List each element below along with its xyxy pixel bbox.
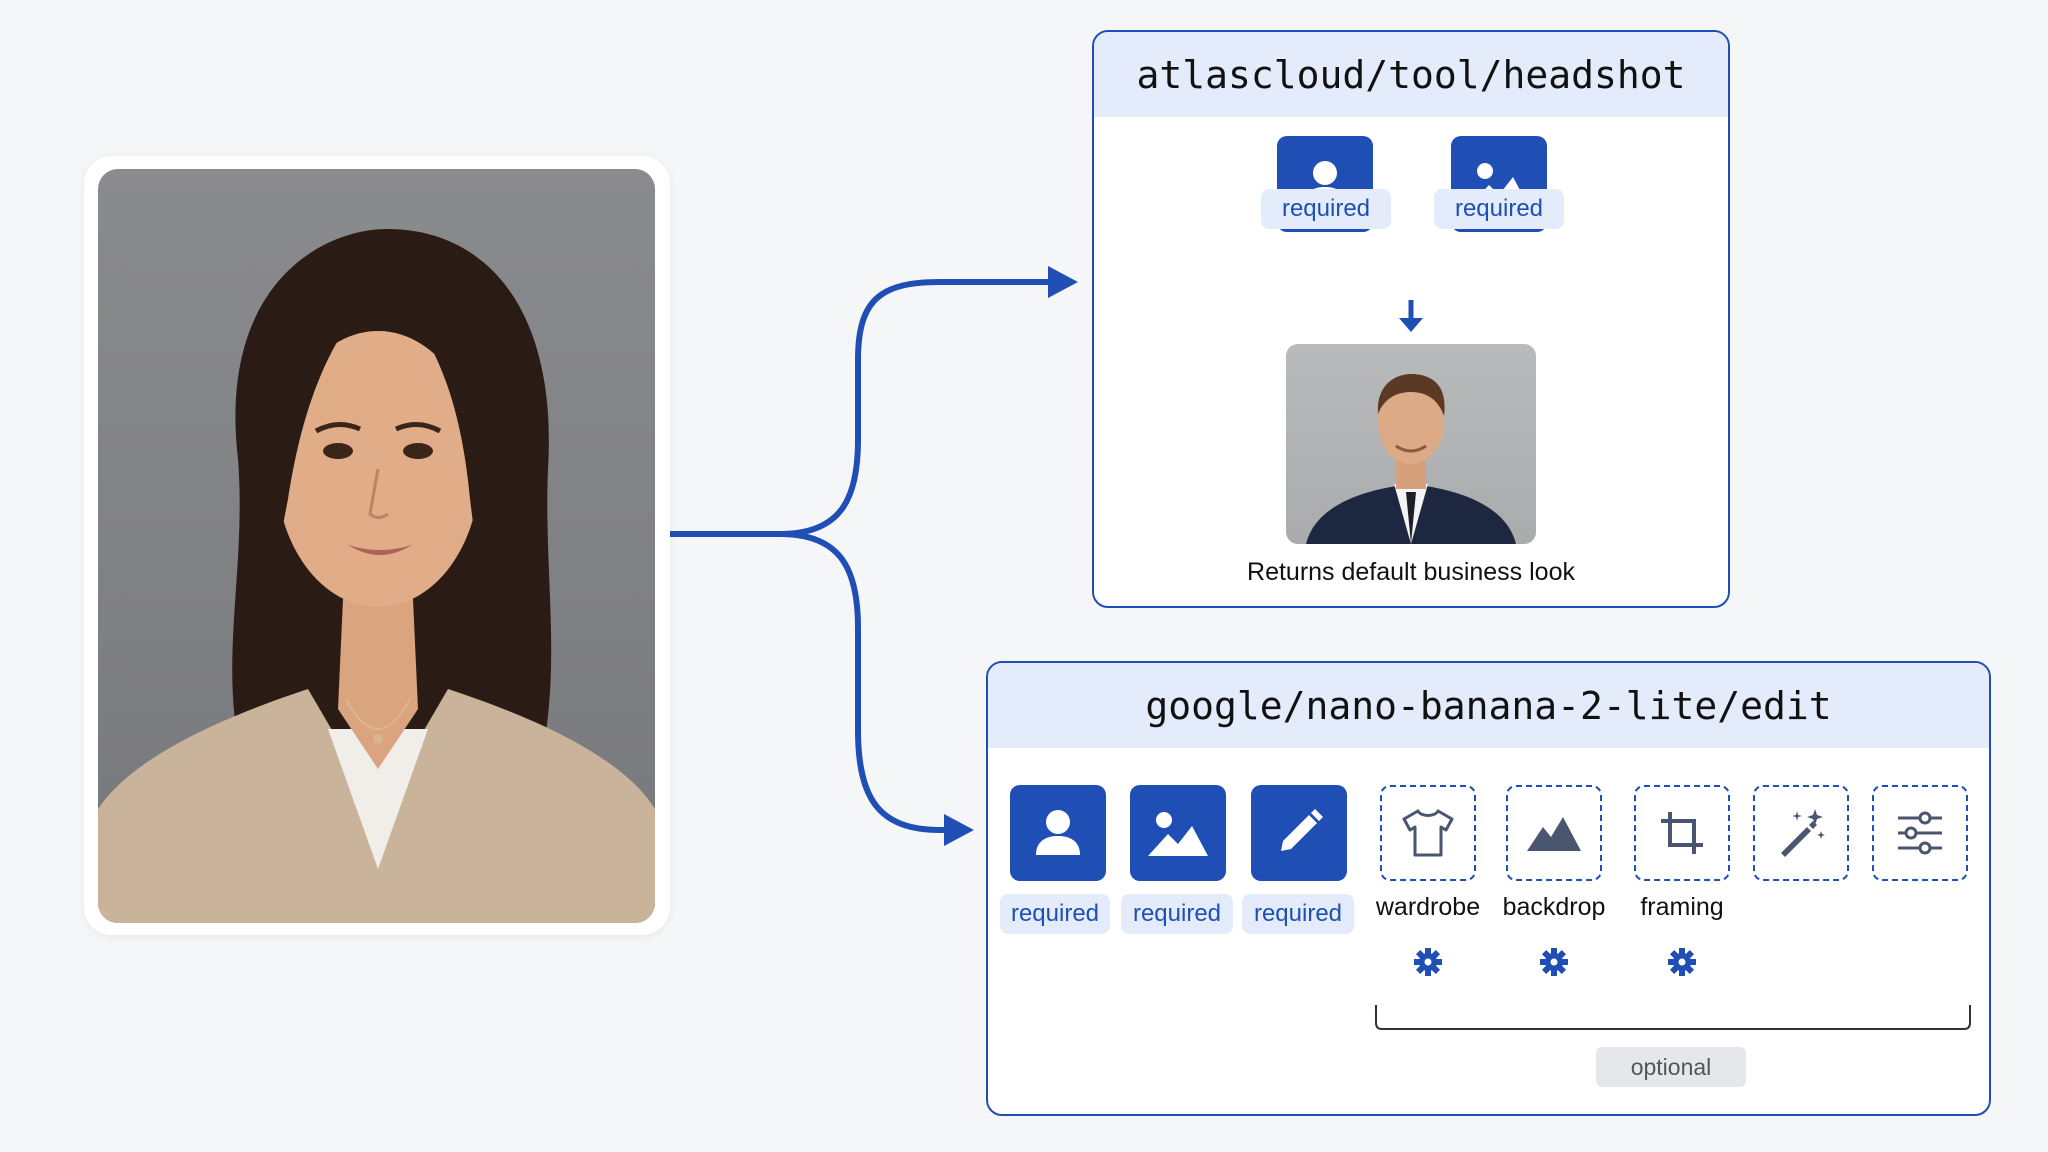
- nano-banana-edit-panel: google/nano-banana-2-lite/edit required …: [986, 661, 1991, 1116]
- output-headshot-photo: [1286, 344, 1536, 544]
- gear-icon[interactable]: [1539, 947, 1569, 977]
- arrowhead-bottom: [944, 814, 974, 846]
- connector-branch-top: [777, 279, 1055, 537]
- image-icon: [1148, 812, 1208, 856]
- gear-icon[interactable]: [1413, 947, 1443, 977]
- down-arrow-icon: [1399, 300, 1423, 332]
- sliders-icon: [1898, 811, 1942, 855]
- gear-icon[interactable]: [1667, 947, 1697, 977]
- woman-portrait-image: [98, 229, 655, 923]
- backdrop-option-tile[interactable]: [1506, 785, 1602, 881]
- person-icon: [1036, 810, 1080, 855]
- nano-banana-title: google/nano-banana-2-lite/edit: [988, 663, 1989, 748]
- magic-wand-icon: [1781, 809, 1825, 857]
- connector-branch-bottom: [777, 531, 949, 833]
- arrowhead-top: [1048, 266, 1078, 298]
- backdrop-label: backdrop: [1502, 893, 1606, 921]
- required-badge: required: [1434, 189, 1564, 229]
- shirt-icon: [1402, 809, 1454, 857]
- required-badge: required: [1261, 189, 1391, 229]
- settings-option-tile[interactable]: [1872, 785, 1968, 881]
- crop-icon: [1661, 812, 1703, 854]
- framing-option-tile[interactable]: [1634, 785, 1730, 881]
- image-input-tile[interactable]: [1130, 785, 1226, 881]
- person-input-tile[interactable]: [1010, 785, 1106, 881]
- required-badge: required: [1000, 894, 1110, 934]
- optional-badge: optional: [1596, 1047, 1746, 1087]
- magic-option-tile[interactable]: [1753, 785, 1849, 881]
- wardrobe-label: wardrobe: [1375, 893, 1481, 921]
- man-headshot-image: [1306, 374, 1516, 544]
- prompt-input-tile[interactable]: [1251, 785, 1347, 881]
- headshot-tool-title: atlascloud/tool/headshot: [1094, 32, 1728, 117]
- pencil-icon: [1281, 809, 1323, 851]
- headshot-tool-panel: atlascloud/tool/headshot required requir…: [1092, 30, 1730, 608]
- source-portrait-card: [84, 156, 670, 935]
- wardrobe-option-tile[interactable]: [1380, 785, 1476, 881]
- required-badge: required: [1121, 894, 1233, 934]
- source-portrait-photo: [98, 169, 655, 923]
- optional-bracket: [1375, 1005, 1971, 1030]
- mountain-icon: [1527, 817, 1581, 851]
- required-badge: required: [1242, 894, 1354, 934]
- output-caption: Returns default business look: [1247, 558, 1575, 586]
- framing-label: framing: [1640, 893, 1724, 921]
